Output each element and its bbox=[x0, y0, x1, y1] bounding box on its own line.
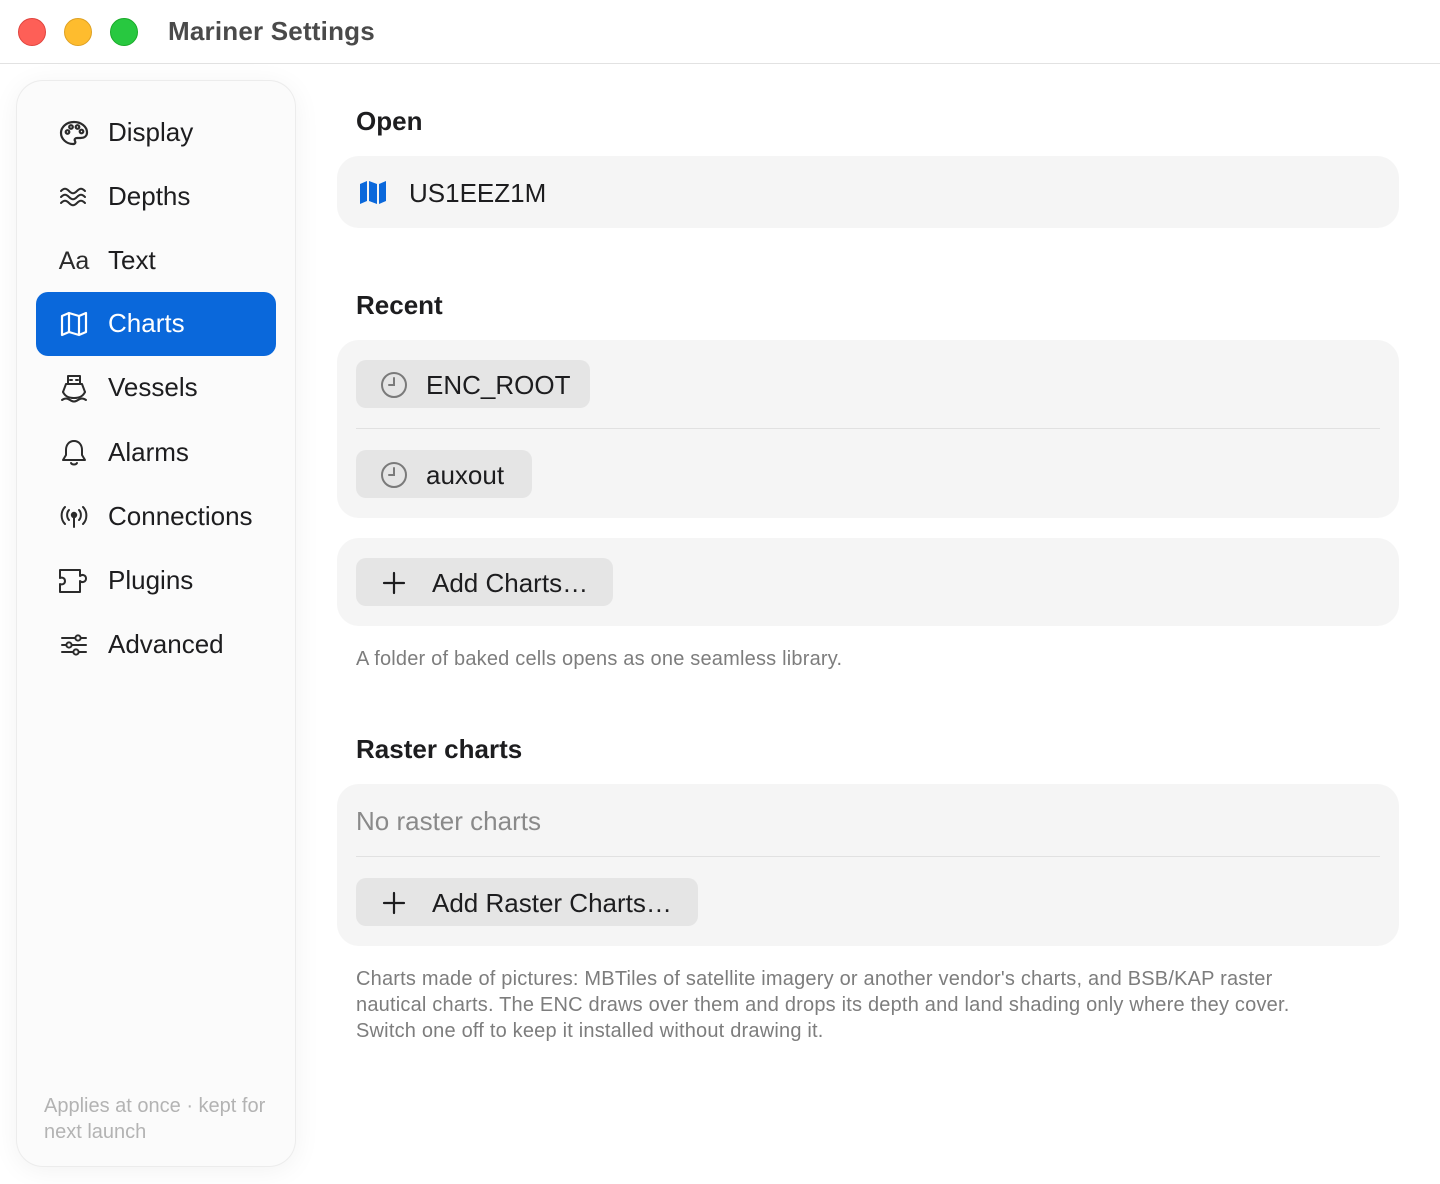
raster-section-heading: Raster charts bbox=[356, 734, 523, 764]
sidebar-item-depths[interactable]: Depths bbox=[36, 165, 276, 229]
puzzle-icon bbox=[57, 567, 91, 595]
sidebar-item-charts[interactable]: Charts bbox=[36, 292, 276, 356]
text-size-icon: Aa bbox=[58, 246, 90, 275]
bell-icon bbox=[57, 439, 91, 467]
recent-item-auxout[interactable]: auxout bbox=[356, 450, 532, 498]
sidebar-footer-note: Applies at once · kept for next launch bbox=[44, 1095, 266, 1143]
recent-item-label: ENC_ROOT bbox=[426, 370, 571, 400]
recent-item-enc-root[interactable]: ENC_ROOT bbox=[356, 360, 590, 408]
clock-icon bbox=[380, 461, 408, 489]
plus-icon bbox=[380, 889, 408, 917]
raster-help-line: Charts made of pictures: MBTiles of sate… bbox=[356, 968, 1273, 990]
antenna-icon bbox=[57, 503, 91, 531]
add-charts-button[interactable]: Add Charts… bbox=[356, 558, 613, 606]
sidebar-item-alarms[interactable]: Alarms bbox=[36, 421, 276, 485]
raster-empty-text: No raster charts bbox=[356, 806, 541, 836]
open-chart-name: US1EEZ1M bbox=[409, 178, 547, 208]
sidebar-item-label: Advanced bbox=[108, 629, 224, 659]
raster-help-line: Switch one off to keep it installed with… bbox=[356, 1020, 824, 1042]
recent-list-card: ENC_ROOT auxout bbox=[337, 340, 1399, 518]
divider bbox=[356, 856, 1380, 857]
zoom-window-button[interactable] bbox=[110, 18, 138, 46]
window-title: Mariner Settings bbox=[168, 16, 375, 46]
divider bbox=[356, 428, 1380, 429]
waves-icon bbox=[57, 183, 91, 211]
sidebar: Display Depths Aa Text Charts Vessels Al… bbox=[17, 81, 295, 1166]
sidebar-item-text[interactable]: Aa Text bbox=[36, 229, 276, 293]
sidebar-item-vessels[interactable]: Vessels bbox=[36, 356, 276, 420]
sidebar-item-label: Display bbox=[108, 117, 194, 147]
sidebar-item-label: Charts bbox=[108, 308, 185, 338]
plus-icon bbox=[380, 569, 408, 597]
sidebar-item-label: Alarms bbox=[108, 437, 189, 467]
sidebar-item-label: Depths bbox=[108, 181, 191, 211]
raster-charts-card: No raster charts Add Raster Charts… bbox=[337, 784, 1399, 946]
palette-icon bbox=[57, 119, 91, 147]
clock-icon bbox=[380, 371, 408, 399]
sidebar-item-label: Text bbox=[108, 245, 156, 275]
sidebar-item-plugins[interactable]: Plugins bbox=[36, 549, 276, 613]
add-raster-charts-label: Add Raster Charts… bbox=[432, 888, 672, 918]
sidebar-item-advanced[interactable]: Advanced bbox=[36, 613, 276, 677]
open-chart-card[interactable]: US1EEZ1M bbox=[337, 156, 1399, 228]
map-icon bbox=[57, 310, 91, 338]
recent-item-label: auxout bbox=[426, 460, 505, 490]
raster-help-text: Charts made of pictures: MBTiles of sate… bbox=[356, 966, 1289, 1044]
sidebar-item-label: Vessels bbox=[108, 372, 198, 402]
minimize-window-button[interactable] bbox=[64, 18, 92, 46]
sidebar-item-display[interactable]: Display bbox=[36, 101, 276, 165]
add-charts-label: Add Charts… bbox=[432, 568, 589, 598]
recent-section-heading: Recent bbox=[356, 290, 443, 320]
add-raster-charts-button[interactable]: Add Raster Charts… bbox=[356, 878, 698, 926]
raster-help-line: nautical charts. The ENC draws over them… bbox=[356, 994, 1290, 1016]
add-charts-card: Add Charts… bbox=[337, 538, 1399, 626]
open-section-heading: Open bbox=[356, 106, 423, 136]
sliders-icon bbox=[57, 631, 91, 659]
sidebar-item-label: Connections bbox=[108, 501, 253, 531]
close-window-button[interactable] bbox=[18, 18, 46, 46]
title-bar: Mariner Settings bbox=[0, 0, 1440, 64]
ferry-icon bbox=[57, 374, 91, 403]
sidebar-item-connections[interactable]: Connections bbox=[36, 485, 276, 549]
map-fill-icon bbox=[357, 178, 389, 206]
add-charts-help-text: A folder of baked cells opens as one sea… bbox=[356, 648, 843, 670]
sidebar-item-label: Plugins bbox=[108, 565, 194, 595]
